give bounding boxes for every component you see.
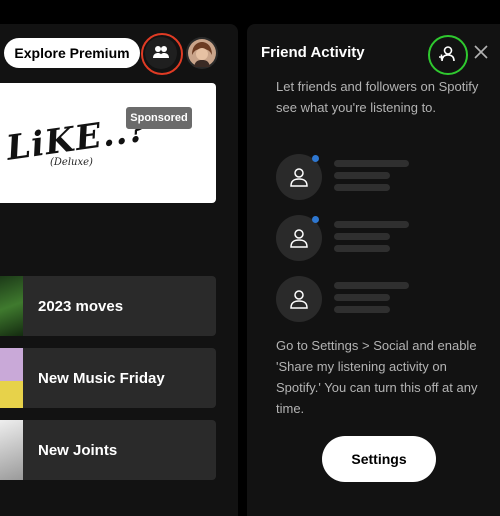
- friend-activity-intro: Let friends and followers on Spotify see…: [276, 79, 479, 115]
- add-friend-button[interactable]: [432, 39, 462, 69]
- placeholder-bar: [334, 282, 409, 289]
- friend-avatar: [276, 276, 322, 322]
- user-icon: [290, 290, 308, 309]
- placeholder-bar: [334, 245, 390, 252]
- main-view: Explore Premium LiKE..? (Deluxe) Sponsor…: [0, 24, 238, 516]
- user-icon: [290, 229, 308, 248]
- close-icon: [474, 45, 488, 59]
- placeholder-bar: [334, 184, 390, 191]
- placeholder-bar: [334, 233, 390, 240]
- user-plus-icon: [439, 46, 455, 62]
- friend-activity-title: Friend Activity: [261, 44, 365, 61]
- sponsored-banner[interactable]: LiKE..? (Deluxe) Sponsored: [0, 83, 216, 203]
- placeholder-bar: [334, 221, 409, 228]
- friend-placeholder-row: [276, 154, 416, 202]
- friend-activity-panel: Friend Activity Let friends and follower…: [247, 24, 500, 516]
- playlist-thumbnail: [0, 276, 23, 336]
- playlist-thumbnail: [0, 348, 23, 408]
- playlist-title: 2023 moves: [38, 297, 124, 315]
- friend-placeholder-row: [276, 215, 416, 263]
- placeholder-bar: [334, 172, 390, 179]
- online-indicator: [312, 155, 319, 162]
- placeholder-bar: [334, 160, 409, 167]
- online-indicator: [312, 216, 319, 223]
- avatar: [188, 39, 216, 67]
- playlist-card[interactable]: New Joints: [0, 420, 216, 480]
- settings-hint: Go to Settings > Social and enable 'Shar…: [276, 338, 478, 416]
- placeholder-bar: [334, 306, 390, 313]
- sponsored-badge: Sponsored: [126, 107, 192, 129]
- friend-activity-toggle-button[interactable]: [145, 37, 177, 69]
- close-button[interactable]: [471, 42, 491, 62]
- playlist-card[interactable]: New Music Friday: [0, 348, 216, 408]
- user-avatar-button[interactable]: [186, 37, 218, 69]
- settings-button[interactable]: Settings: [322, 436, 436, 482]
- playlist-thumbnail: [0, 420, 23, 480]
- playlist-title: New Joints: [38, 441, 118, 459]
- playlist-title: New Music Friday: [38, 369, 165, 387]
- people-icon: [153, 46, 169, 58]
- user-icon: [290, 168, 308, 187]
- friend-placeholder-row: [276, 276, 416, 324]
- playlist-card[interactable]: 2023 moves: [0, 276, 216, 336]
- explore-premium-button[interactable]: Explore Premium: [4, 38, 140, 68]
- banner-artwork-subtitle: (Deluxe): [50, 157, 93, 168]
- placeholder-bar: [334, 294, 390, 301]
